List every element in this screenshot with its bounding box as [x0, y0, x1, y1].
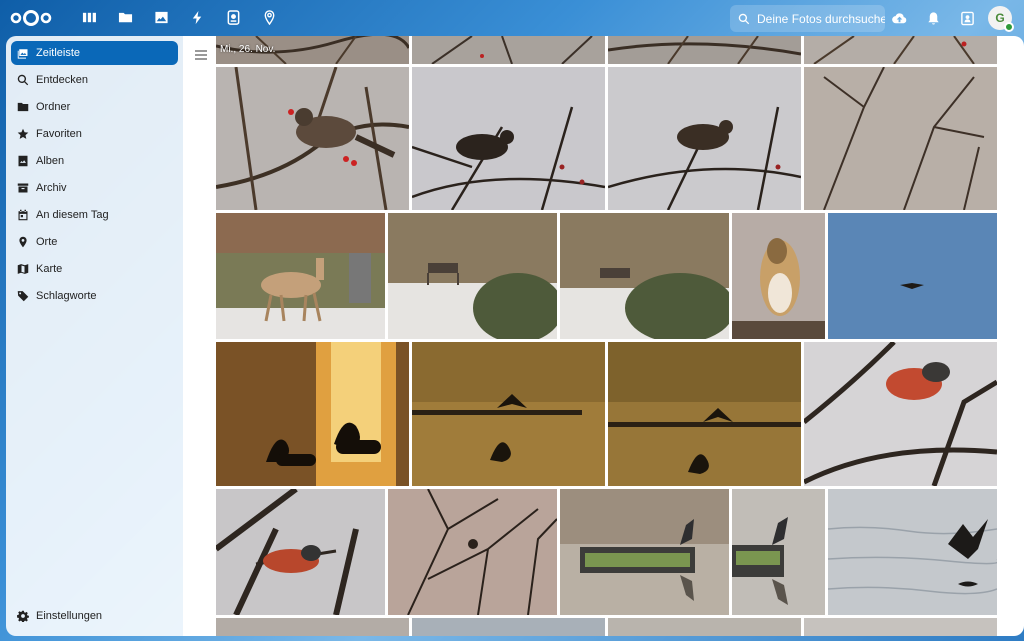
photo-thumbnail[interactable] [608, 67, 801, 210]
photo-thumbnail[interactable] [216, 213, 385, 339]
sidebar-item-label: Entdecken [36, 74, 88, 86]
top-bar: Deine Fotos durchsuche… G [0, 0, 1024, 36]
photo-thumbnail[interactable] [216, 342, 409, 486]
photo-thumbnail[interactable] [828, 489, 997, 615]
photo-thumbnail[interactable] [412, 36, 605, 64]
photo-thumbnail[interactable] [608, 618, 801, 636]
calendar-icon [18, 209, 28, 221]
photo-thumbnail[interactable] [388, 213, 557, 339]
sidebar: Zeitleiste Entdecken Ordner Favoriten Al… [6, 36, 183, 636]
gear-icon [17, 610, 29, 622]
sidebar-item-label: Schlagworte [36, 290, 97, 302]
sidebar-item-label: Karte [36, 263, 63, 275]
date-header: Mi., 26. Nov. [220, 44, 276, 55]
photo-thumbnail[interactable] [804, 67, 997, 210]
photo-thumbnail[interactable] [412, 618, 605, 636]
photo-thumbnail[interactable] [216, 67, 409, 210]
photo-thumbnail[interactable] [216, 618, 409, 636]
photo-thumbnail[interactable] [732, 489, 825, 615]
settings-button[interactable]: Einstellungen [11, 604, 102, 628]
search-placeholder: Deine Fotos durchsuche… [757, 11, 885, 26]
folder-icon [17, 102, 29, 112]
photo-thumbnail[interactable] [388, 489, 557, 615]
photo-thumbnail[interactable] [216, 489, 385, 615]
photo-thumbnail[interactable] [608, 36, 801, 64]
photo-thumbnail[interactable] [804, 618, 997, 636]
sidebar-item-favorites[interactable]: Favoriten [11, 122, 178, 146]
timeline-icon [17, 49, 28, 59]
sidebar-item-folders[interactable]: Ordner [11, 95, 178, 119]
maps-icon[interactable] [258, 6, 280, 28]
sidebar-item-label: Orte [36, 236, 58, 248]
toggle-navigation-icon[interactable] [195, 50, 207, 60]
photo-thumbnail[interactable] [412, 342, 605, 486]
search-icon [17, 74, 29, 86]
photo-timeline: Mi., 26. Nov. [183, 36, 1024, 636]
dashboard-icon[interactable] [78, 6, 100, 28]
photo-thumbnail[interactable] [560, 213, 729, 339]
upload-icon[interactable] [888, 6, 910, 30]
search-icon [738, 13, 750, 24]
map-icon [17, 264, 29, 274]
sidebar-item-places[interactable]: Orte [11, 230, 178, 254]
nextcloud-logo-icon[interactable] [9, 8, 53, 28]
sidebar-item-tags[interactable]: Schlagworte [11, 284, 178, 308]
sidebar-item-label: Ordner [36, 101, 71, 113]
sidebar-item-label: Zeitleiste [36, 47, 81, 59]
avatar-initial: G [995, 11, 1005, 25]
search-input[interactable]: Deine Fotos durchsuche… [730, 5, 885, 32]
photo-thumbnail[interactable] [828, 213, 997, 339]
sidebar-item-albums[interactable]: Alben [11, 149, 178, 173]
activity-icon[interactable] [186, 6, 208, 28]
sidebar-item-on-this-day[interactable]: An diesem Tag [11, 203, 178, 227]
sidebar-item-archive[interactable]: Archiv [11, 176, 178, 200]
photo-thumbnail[interactable] [560, 489, 729, 615]
photo-thumbnail[interactable] [412, 67, 605, 210]
sidebar-item-map[interactable]: Karte [11, 257, 178, 281]
album-icon [18, 155, 28, 167]
sidebar-item-timeline[interactable]: Zeitleiste [11, 41, 178, 65]
files-icon[interactable] [114, 6, 136, 28]
sidebar-item-discover[interactable]: Entdecken [11, 68, 178, 92]
contacts-icon[interactable] [956, 6, 978, 30]
photo-thumbnail[interactable] [804, 342, 997, 486]
notifications-bell-icon[interactable] [922, 6, 944, 30]
location-icon [19, 236, 27, 248]
online-status-badge [1004, 22, 1014, 32]
avatar[interactable]: G [988, 6, 1014, 32]
sidebar-item-label: Archiv [36, 182, 67, 194]
photo-thumbnail[interactable] [608, 342, 801, 486]
memories-icon[interactable] [222, 6, 244, 28]
photo-thumbnail[interactable] [732, 213, 825, 339]
tag-icon [17, 291, 29, 302]
sidebar-item-label: Favoriten [36, 128, 82, 140]
photo-thumbnail[interactable] [804, 36, 997, 64]
photos-icon[interactable] [150, 6, 172, 28]
settings-label: Einstellungen [36, 610, 103, 622]
sidebar-item-label: Alben [36, 155, 65, 167]
star-icon [17, 128, 29, 139]
archive-icon [17, 183, 29, 193]
sidebar-item-label: An diesem Tag [36, 209, 109, 221]
